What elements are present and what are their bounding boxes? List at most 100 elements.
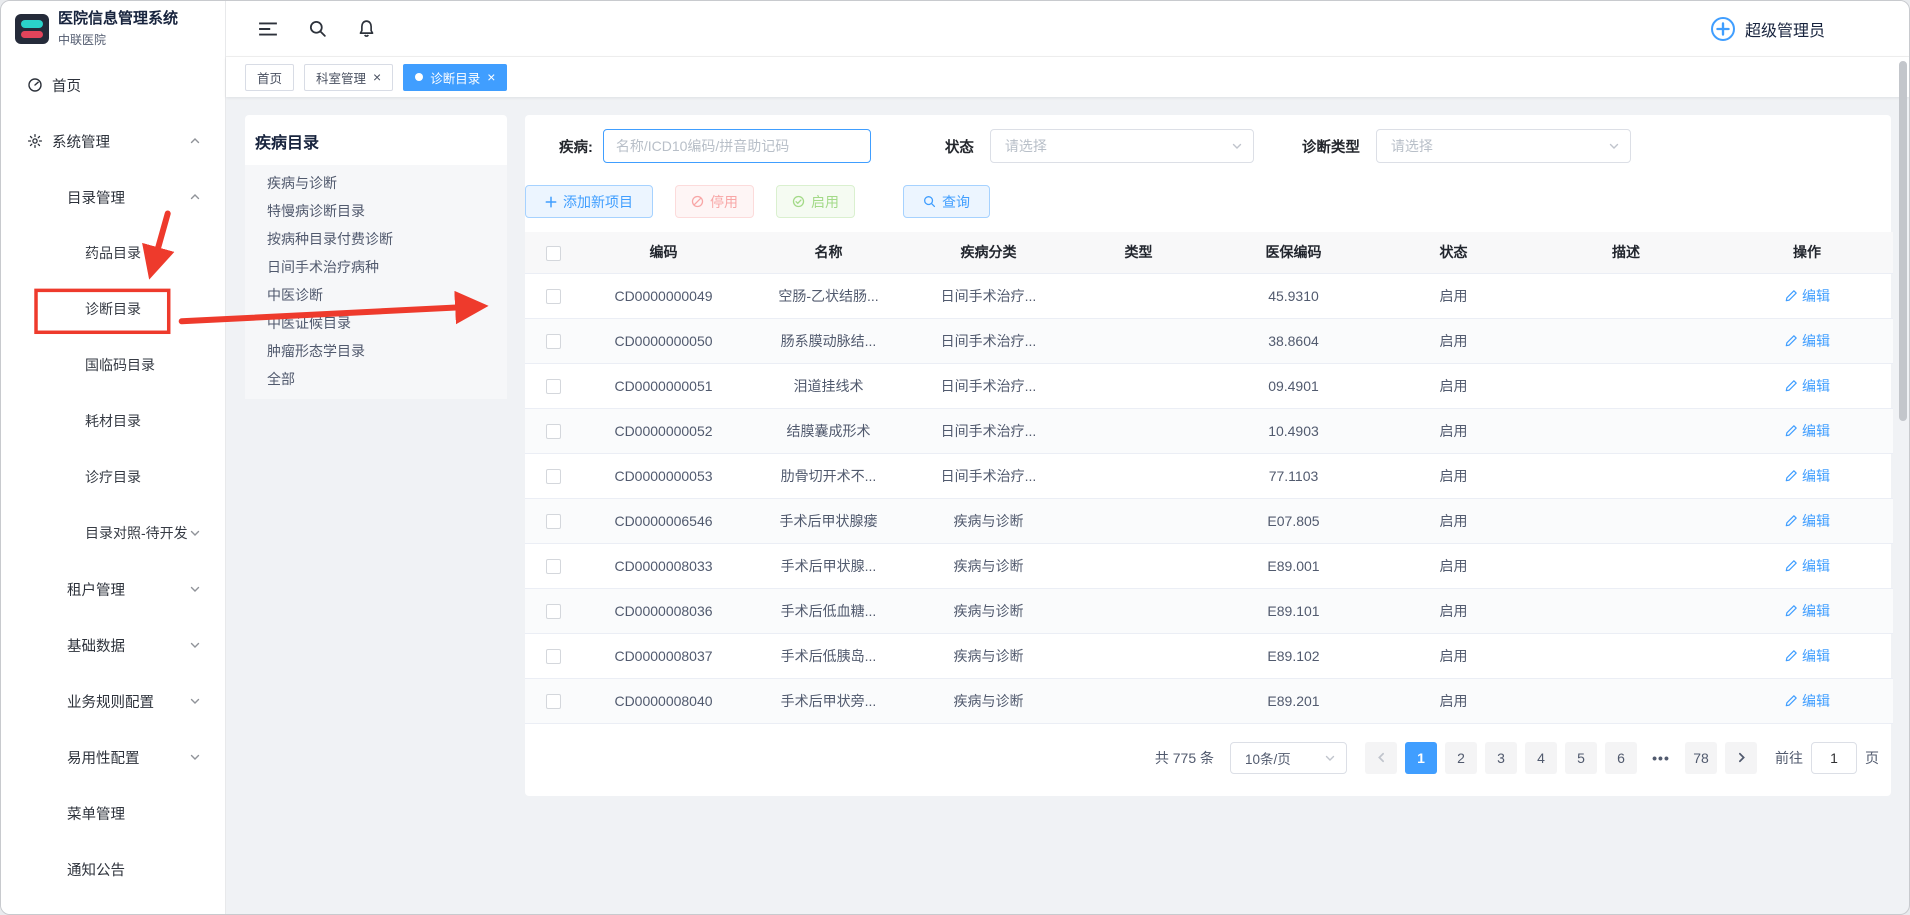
table-row: CD0000000053肋骨切开术不...日间手术治疗...77.1103启用编…	[525, 453, 1893, 498]
row-checkbox[interactable]	[546, 424, 561, 439]
edit-button[interactable]: 编辑	[1784, 331, 1830, 351]
disable-label: 停用	[710, 192, 738, 212]
disease-search-input[interactable]	[603, 129, 871, 163]
next-page-button[interactable]	[1725, 742, 1757, 774]
row-checkbox[interactable]	[546, 469, 561, 484]
checkbox-cell	[525, 453, 581, 498]
edit-label: 编辑	[1802, 556, 1830, 576]
cell-type	[1066, 273, 1211, 318]
sidebar-item[interactable]: 通知公告	[1, 841, 225, 897]
cell-type	[1066, 633, 1211, 678]
bell-icon[interactable]	[357, 19, 376, 38]
catalog-item[interactable]: 中医证候目录	[245, 309, 507, 337]
sidebar-item[interactable]: 菜单管理	[1, 785, 225, 841]
table-header-row: 编码名称疾病分类类型医保编码状态描述操作	[525, 232, 1893, 273]
edit-button[interactable]: 编辑	[1784, 376, 1830, 396]
edit-button[interactable]: 编辑	[1784, 466, 1830, 486]
sidebar-item[interactable]: 基础数据	[1, 617, 225, 673]
enable-button[interactable]: 启用	[776, 185, 855, 218]
row-checkbox[interactable]	[546, 604, 561, 619]
edit-button[interactable]: 编辑	[1784, 691, 1830, 711]
row-checkbox[interactable]	[546, 649, 561, 664]
edit-button[interactable]: 编辑	[1784, 286, 1830, 306]
page-button[interactable]: 4	[1525, 742, 1557, 774]
cell-code: CD0000000052	[581, 408, 746, 453]
page-button[interactable]: 1	[1405, 742, 1437, 774]
catalog-item[interactable]: 按病种目录付费诊断	[245, 225, 507, 253]
page-button[interactable]: 5	[1565, 742, 1597, 774]
sidebar-item[interactable]: 国临码目录	[1, 337, 225, 393]
catalog-item[interactable]: 日间手术治疗病种	[245, 253, 507, 281]
edit-button[interactable]: 编辑	[1784, 556, 1830, 576]
diagnosis-type-select[interactable]: 请选择	[1376, 129, 1631, 163]
edit-button[interactable]: 编辑	[1784, 511, 1830, 531]
cell-code: CD0000000051	[581, 363, 746, 408]
disable-button[interactable]: 停用	[675, 185, 754, 218]
catalog-item[interactable]: 全部	[245, 365, 507, 393]
cell-category: 日间手术治疗...	[911, 453, 1066, 498]
edit-icon	[1784, 379, 1798, 393]
row-checkbox[interactable]	[546, 379, 561, 394]
medical-cross-icon	[1710, 16, 1736, 42]
edit-button[interactable]: 编辑	[1784, 646, 1830, 666]
row-checkbox[interactable]	[546, 289, 561, 304]
sidebar-item[interactable]: 诊断目录	[1, 281, 225, 337]
user-name[interactable]: 超级管理员	[1745, 17, 1825, 41]
close-icon[interactable]: ×	[373, 70, 381, 84]
edit-button[interactable]: 编辑	[1784, 601, 1830, 621]
logo-area: 医院信息管理系统 中联医院	[1, 1, 225, 57]
cell-status: 启用	[1376, 678, 1531, 723]
sidebar-item[interactable]: 目录对照-待开发	[1, 505, 225, 561]
cell-category: 疾病与诊断	[911, 588, 1066, 633]
close-icon[interactable]: ×	[487, 70, 495, 84]
view-tab[interactable]: 诊断目录×	[403, 64, 507, 91]
prev-page-button[interactable]	[1365, 742, 1397, 774]
view-tab[interactable]: 首页	[245, 64, 294, 91]
sidebar-item[interactable]: 租户管理	[1, 561, 225, 617]
scrollbar-thumb[interactable]	[1899, 61, 1907, 421]
catalog-item[interactable]: 中医诊断	[245, 281, 507, 309]
page-size-select[interactable]: 10条/页	[1230, 742, 1347, 774]
pager-more-icon[interactable]: •••	[1645, 742, 1677, 774]
row-checkbox[interactable]	[546, 694, 561, 709]
chevron-down-icon	[189, 583, 201, 595]
page-button[interactable]: 3	[1485, 742, 1517, 774]
edit-button[interactable]: 编辑	[1784, 421, 1830, 441]
sidebar-item[interactable]: 首页	[1, 57, 225, 113]
cell-desc	[1531, 543, 1721, 588]
sidebar-item-label: 诊疗目录	[85, 467, 141, 487]
cell-status: 启用	[1376, 453, 1531, 498]
row-checkbox[interactable]	[546, 514, 561, 529]
add-item-button[interactable]: 添加新项目	[525, 185, 653, 218]
cell-insurance-code: E89.201	[1211, 678, 1376, 723]
catalog-item[interactable]: 特慢病诊断目录	[245, 197, 507, 225]
view-tab[interactable]: 科室管理×	[304, 64, 393, 91]
row-checkbox[interactable]	[546, 334, 561, 349]
status-select[interactable]: 请选择	[990, 129, 1254, 163]
sidebar-item[interactable]: 诊疗目录	[1, 449, 225, 505]
query-button[interactable]: 查询	[903, 185, 990, 218]
cell-insurance-code: 77.1103	[1211, 453, 1376, 498]
sidebar-item[interactable]: 易用性配置	[1, 729, 225, 785]
search-icon	[923, 195, 936, 208]
select-all-checkbox[interactable]	[546, 246, 561, 261]
menu-fold-icon[interactable]	[258, 20, 278, 38]
sidebar-item[interactable]: 业务规则配置	[1, 673, 225, 729]
page-button[interactable]: 2	[1445, 742, 1477, 774]
catalog-item[interactable]: 疾病与诊断	[245, 169, 507, 197]
column-header: 类型	[1066, 232, 1211, 273]
sidebar-item[interactable]: 药品目录	[1, 225, 225, 281]
cell-type	[1066, 318, 1211, 363]
sidebar-item[interactable]: 系统管理	[1, 113, 225, 169]
page-button[interactable]: 6	[1605, 742, 1637, 774]
sidebar-item[interactable]: 目录管理	[1, 169, 225, 225]
query-label: 查询	[942, 192, 970, 212]
row-checkbox[interactable]	[546, 559, 561, 574]
sidebar-item[interactable]: 耗材目录	[1, 393, 225, 449]
cell-code: CD0000006546	[581, 498, 746, 543]
catalog-item[interactable]: 肿瘤形态学目录	[245, 337, 507, 365]
goto-page-input[interactable]	[1811, 742, 1857, 774]
search-icon[interactable]	[308, 19, 327, 38]
page-button[interactable]: 78	[1685, 742, 1717, 774]
action-cell: 编辑	[1721, 408, 1893, 453]
